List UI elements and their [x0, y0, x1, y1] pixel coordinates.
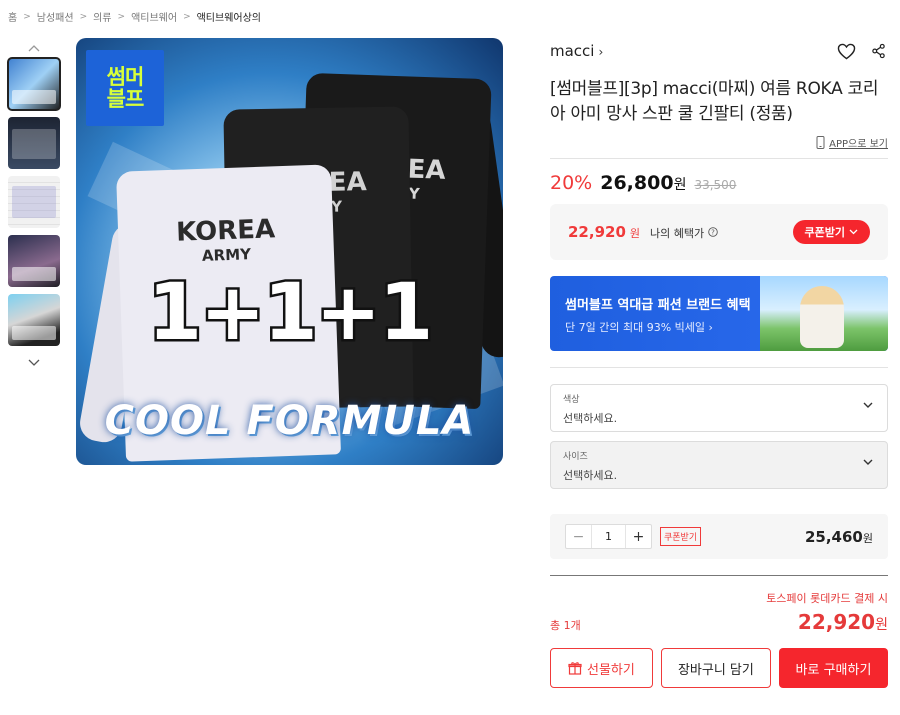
thumbnail-1[interactable] — [7, 57, 61, 111]
thumbnail-up-button[interactable] — [8, 38, 60, 58]
app-view-label[interactable]: APP으로 보기 — [829, 135, 888, 150]
my-benefit-box: 22,920 원 나의 혜택가 ? 쿠폰받기 — [550, 204, 888, 260]
total-price: 22,920원 — [798, 610, 888, 634]
color-select-label: 색상 — [563, 395, 580, 405]
breadcrumb: 홈 > 남성패션 > 의류 > 액티브웨어 > 액티브웨어상의 — [8, 9, 261, 25]
price-row: 20% 26,800원 33,500 — [550, 172, 888, 194]
chevron-down-icon — [863, 402, 873, 408]
app-view-link[interactable]: APP으로 보기 — [550, 135, 888, 150]
size-select[interactable]: 사이즈 선택하세요. — [550, 441, 888, 489]
quantity-stepper: − 1 + — [565, 524, 652, 549]
store-name: macci — [550, 42, 595, 60]
product-info-panel: macci › [썸머블프][3p] macci(마찌) 여름 ROKA 코리아 … — [550, 38, 888, 688]
sale-price-unit: 원 — [673, 177, 687, 193]
promo-banner[interactable]: 썸머블프 역대급 패션 브랜드 혜택 단 7일 간의 최대 93% 빅세일 › — [550, 276, 888, 351]
store-link[interactable]: macci › — [550, 42, 603, 60]
size-select-label: 사이즈 — [563, 452, 588, 462]
smartphone-icon — [816, 136, 825, 149]
gift-icon — [568, 662, 582, 675]
quantity-coupon-button[interactable]: 쿠폰받기 — [660, 527, 702, 546]
size-select-value: 선택하세요. — [563, 469, 618, 482]
benefit-label: 나의 혜택가 — [650, 227, 705, 240]
product-title: [썸머블프][3p] macci(마찌) 여름 ROKA 코리아 아미 망사 스… — [550, 79, 879, 124]
payment-note: 토스페이 롯데카드 결제 시 — [766, 592, 888, 605]
thumbnail-5[interactable] — [8, 294, 60, 346]
total-price-unit: 원 — [875, 617, 888, 633]
chevron-right-icon: > — [23, 11, 31, 22]
line-price: 25,460원 — [805, 528, 873, 546]
thumbnail-2[interactable] — [8, 117, 60, 169]
thumbnail-3[interactable] — [8, 176, 60, 228]
breadcrumb-activewear[interactable]: 액티브웨어 — [131, 9, 177, 24]
share-button[interactable] — [868, 41, 888, 61]
breadcrumb-clothing[interactable]: 의류 — [93, 9, 111, 24]
banner-model-image — [760, 276, 888, 351]
increase-quantity-button[interactable]: + — [626, 525, 651, 548]
svg-text:?: ? — [711, 229, 715, 237]
summer-black-friday-badge: 썸머 블프 — [86, 50, 164, 126]
chevron-right-icon: > — [183, 11, 191, 22]
wishlist-button[interactable] — [836, 41, 856, 61]
main-product-image[interactable]: 썸머 블프 KOREA ARMY KOREA ARMY KOREA ARMY 1… — [76, 38, 503, 465]
color-select[interactable]: 색상 선택하세요. — [550, 384, 888, 432]
help-icon[interactable]: ? — [708, 227, 718, 237]
coupon-button-label: 쿠폰받기 — [804, 226, 845, 239]
discount-rate: 20% — [550, 172, 593, 194]
line-price-unit: 원 — [862, 531, 873, 545]
thumbnail-list — [7, 38, 61, 373]
badge-line-2: 블프 — [106, 87, 145, 111]
sale-price: 26,800 — [600, 172, 674, 194]
banner-subtitle: 단 7일 간의 최대 93% 빅세일 › — [565, 321, 713, 334]
chevron-down-icon — [863, 459, 873, 465]
gift-button-label: 선물하기 — [587, 662, 635, 678]
breadcrumb-mens-fashion[interactable]: 남성패션 — [37, 9, 74, 24]
thumbnail-4[interactable] — [8, 235, 60, 287]
banner-title: 썸머블프 역대급 패션 브랜드 혜택 — [565, 298, 751, 313]
purchase-actions: 선물하기 장바구니 담기 바로 구매하기 — [550, 648, 888, 688]
chevron-right-icon: > — [117, 11, 126, 22]
decrease-quantity-button[interactable]: − — [566, 525, 591, 548]
brand-slogan: COOL FORMULA — [104, 398, 475, 444]
total-count: 총 1개 — [550, 619, 581, 632]
breadcrumb-activewear-tops[interactable]: 액티브웨어상의 — [197, 9, 261, 24]
chevron-down-icon — [849, 229, 858, 235]
download-coupon-button[interactable]: 쿠폰받기 — [792, 220, 870, 244]
chevron-right-icon: › — [598, 45, 604, 59]
share-icon — [871, 43, 885, 59]
gift-button[interactable]: 선물하기 — [550, 648, 653, 688]
add-to-cart-button[interactable]: 장바구니 담기 — [660, 648, 771, 688]
chevron-down-icon — [28, 359, 40, 366]
bundle-slogan: 1+1+1 — [145, 266, 436, 361]
benefit-price-unit: 원 — [629, 227, 641, 240]
original-price: 33,500 — [694, 178, 737, 192]
quantity-row: − 1 + 쿠폰받기 25,460원 — [550, 514, 888, 559]
total-price-value: 22,920 — [797, 610, 876, 634]
heart-icon — [837, 43, 855, 59]
benefit-price: 22,920 — [568, 223, 626, 241]
quantity-value[interactable]: 1 — [591, 525, 626, 548]
color-select-value: 선택하세요. — [563, 412, 618, 425]
buy-now-button[interactable]: 바로 구매하기 — [778, 648, 888, 688]
breadcrumb-home[interactable]: 홈 — [8, 9, 17, 24]
badge-line-1: 썸머 — [106, 65, 145, 89]
thumbnail-down-button[interactable] — [8, 353, 60, 373]
option-selectors: 색상 선택하세요. 사이즈 선택하세요. — [550, 367, 888, 489]
chevron-right-icon: > — [79, 11, 88, 22]
line-price-value: 25,460 — [804, 527, 863, 546]
chevron-up-icon — [28, 45, 40, 52]
total-section: 토스페이 롯데카드 결제 시 총 1개 22,920원 — [550, 575, 888, 634]
